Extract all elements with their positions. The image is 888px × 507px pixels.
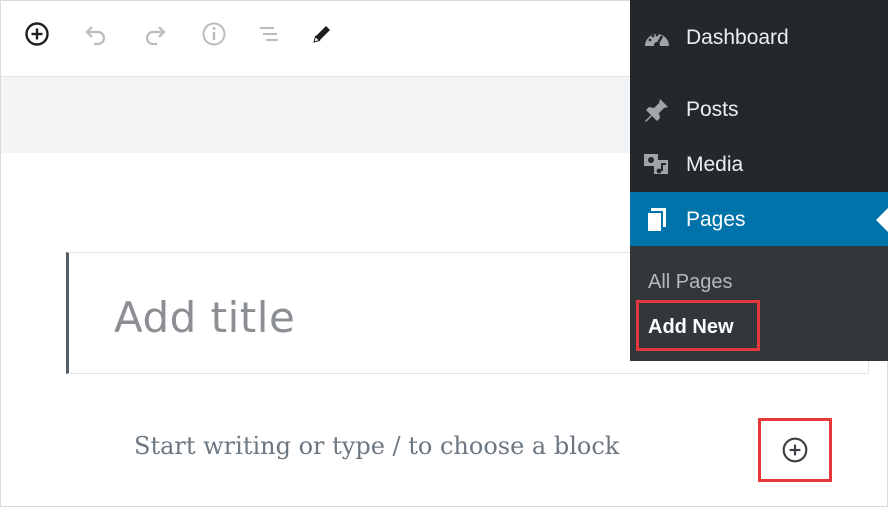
redo-button[interactable]	[138, 17, 172, 51]
menu-item-dashboard[interactable]: Dashboard	[630, 10, 888, 66]
add-block-toolbar-button[interactable]	[20, 17, 54, 51]
inline-add-block-button[interactable]	[758, 418, 832, 482]
content-info-button[interactable]	[197, 17, 231, 51]
active-indicator	[876, 208, 888, 232]
menu-item-pages[interactable]: Pages	[630, 192, 888, 248]
block-navigation-button[interactable]	[252, 17, 286, 51]
media-icon	[642, 150, 672, 180]
dashboard-icon	[642, 23, 672, 53]
info-icon	[202, 22, 226, 46]
default-block-appender[interactable]: Start writing or type / to choose a bloc…	[134, 432, 619, 460]
edit-mode-button[interactable]	[305, 17, 339, 51]
menu-label: Media	[686, 153, 744, 176]
menu-item-media[interactable]: Media	[630, 137, 888, 193]
pencil-icon	[313, 26, 330, 43]
undo-icon	[85, 26, 106, 46]
list-view-icon	[260, 27, 278, 41]
pages-submenu: All Pages Add New	[630, 246, 888, 361]
admin-menu: Dashboard Posts Media Pages All Pages Ad…	[630, 0, 888, 361]
pushpin-icon	[642, 95, 672, 125]
undo-button[interactable]	[79, 17, 113, 51]
menu-label: Posts	[686, 98, 739, 121]
plus-circle-icon	[782, 437, 808, 463]
menu-label: Pages	[686, 208, 746, 231]
menu-label: Dashboard	[686, 26, 789, 49]
redo-icon	[145, 26, 166, 46]
pages-icon	[642, 205, 672, 235]
submenu-add-new[interactable]: Add New	[648, 316, 734, 339]
submenu-all-pages[interactable]: All Pages	[648, 271, 733, 294]
menu-item-posts[interactable]: Posts	[630, 82, 888, 138]
title-placeholder: Add title	[114, 293, 296, 342]
plus-circle-icon	[25, 22, 49, 46]
